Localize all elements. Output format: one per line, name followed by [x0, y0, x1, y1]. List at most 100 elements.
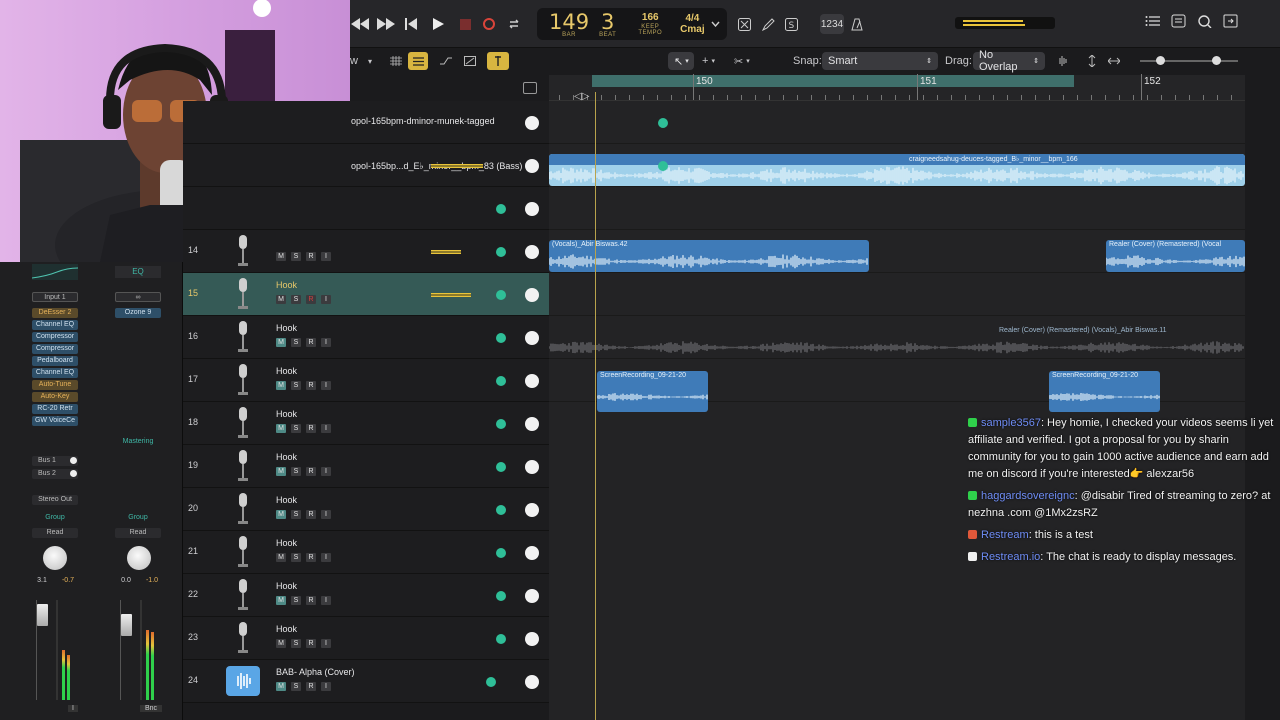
solo-button[interactable]: S — [291, 252, 301, 261]
track-header-config-icon[interactable] — [523, 82, 537, 94]
record-enable-button[interactable]: R — [306, 639, 316, 648]
output-slot[interactable]: Stereo Out — [32, 495, 78, 505]
input-monitor-button[interactable]: I — [321, 424, 331, 433]
cycle-region[interactable] — [592, 75, 1074, 87]
mute-button[interactable]: M — [276, 338, 286, 347]
tuner-icon[interactable] — [736, 14, 752, 34]
mute-button[interactable]: M — [276, 553, 286, 562]
fader-right[interactable] — [116, 600, 166, 700]
track-level-indicator[interactable] — [496, 462, 506, 472]
input-monitor-button[interactable]: I — [321, 467, 331, 476]
scissors-tool-menu[interactable]: ✂ ▾ — [734, 52, 758, 70]
record-enable-button[interactable]: R — [306, 338, 316, 347]
lcd-tempo[interactable]: 166 KEEP TEMPO — [638, 12, 662, 36]
track-header[interactable]: opol-165bpm-dminor-munek-tagged — [183, 101, 668, 144]
track-header[interactable]: 21 Hook M S R I — [183, 531, 549, 574]
track-pan-knob[interactable] — [525, 116, 539, 130]
plugin-slot[interactable]: Auto-Tune — [32, 380, 78, 390]
solo-button[interactable]: S — [291, 338, 301, 347]
track-level-indicator[interactable] — [496, 591, 506, 601]
track-header[interactable]: 20 Hook M S R I — [183, 488, 549, 531]
track-header[interactable]: 16 Hook M S R I — [183, 316, 549, 359]
mute-button[interactable]: M — [276, 682, 286, 691]
cycle-icon[interactable] — [506, 14, 522, 34]
solo-button[interactable]: S — [291, 596, 301, 605]
track-pan-knob[interactable] — [525, 675, 539, 689]
audio-region[interactable]: craigneedsahug-deuces-tagged_B♭_minor__b… — [549, 154, 1245, 186]
record-enable-button[interactable]: R — [306, 467, 316, 476]
solo-button[interactable]: S — [291, 682, 301, 691]
zoom-slider-knob[interactable] — [1156, 56, 1165, 65]
track-volume-slider[interactable] — [431, 164, 483, 168]
pencil-icon[interactable] — [760, 14, 776, 34]
fast-forward-icon[interactable] — [376, 14, 396, 34]
track-level-indicator[interactable] — [496, 333, 506, 343]
track-header[interactable]: 17 Hook M S R I — [183, 359, 549, 402]
fader-cap[interactable] — [37, 604, 48, 626]
solo-button[interactable]: S — [291, 295, 301, 304]
track-level-indicator[interactable] — [496, 505, 506, 515]
stop-icon[interactable] — [457, 14, 473, 34]
link-icon[interactable]: ∞ — [115, 292, 161, 302]
input-monitor-button[interactable]: I — [321, 295, 331, 304]
record-enable-button[interactable]: R — [306, 252, 316, 261]
group-slot-right[interactable]: Group — [115, 514, 161, 521]
track-lane[interactable]: ScreenRecording_09-21-20 ScreenRecording… — [549, 359, 1245, 412]
eq-thumbnail[interactable] — [31, 264, 79, 280]
track-header[interactable]: opol-165bp...d_E♭_minor__bpm_83 (Bass) — [183, 144, 668, 187]
track-lane[interactable] — [549, 101, 1245, 144]
record-enable-button[interactable]: R — [306, 381, 316, 390]
vertical-zoom-icon[interactable] — [1085, 52, 1099, 70]
track-level-indicator[interactable] — [496, 247, 506, 257]
track-header[interactable]: 23 Hook M S R I — [183, 617, 549, 660]
track-level-indicator[interactable] — [496, 376, 506, 386]
playhead[interactable] — [595, 92, 596, 720]
track-name[interactable]: Hook — [276, 366, 297, 376]
input-monitor-button[interactable]: I — [321, 252, 331, 261]
input-monitor-button[interactable]: I — [321, 381, 331, 390]
solo-button[interactable]: S — [291, 467, 301, 476]
track-volume-slider[interactable] — [431, 293, 471, 297]
track-volume-slider[interactable] — [431, 250, 461, 254]
grid-icon[interactable] — [388, 52, 404, 70]
metronome-icon[interactable] — [849, 14, 865, 34]
fader-left[interactable] — [32, 600, 82, 700]
flex-icon[interactable] — [462, 52, 478, 70]
audio-region[interactable]: ScreenRecording_09-21-20 — [1049, 371, 1160, 412]
track-level-indicator[interactable] — [658, 161, 668, 171]
track-name[interactable]: Hook — [276, 581, 297, 591]
lcd-display[interactable]: 149 BAR 3 BEAT 166 KEEP TEMPO 4/4 Cmaj — [537, 8, 727, 40]
pan-knob-right[interactable] — [127, 546, 151, 570]
track-header[interactable]: 18 Hook M S R I — [183, 402, 549, 445]
plugin-slot[interactable]: Auto-Key — [32, 392, 78, 402]
record-enable-button[interactable]: R — [306, 295, 316, 304]
bounce-button[interactable]: Bnc — [140, 705, 162, 712]
horizontal-zoom-icon[interactable] — [1107, 52, 1121, 70]
solo-button[interactable]: S — [291, 381, 301, 390]
track-pan-knob[interactable] — [525, 417, 539, 431]
mute-button[interactable]: M — [276, 252, 286, 261]
plugin-slot[interactable]: GW VoiceCe — [32, 416, 78, 426]
input-monitor-button[interactable]: I — [321, 682, 331, 691]
pan-knob-left[interactable] — [43, 546, 67, 570]
track-pan-knob[interactable] — [525, 460, 539, 474]
solo-button[interactable]: S — [291, 639, 301, 648]
track-pan-knob[interactable] — [525, 288, 539, 302]
track-name[interactable]: Hook — [276, 538, 297, 548]
track-pan-knob[interactable] — [525, 159, 539, 173]
mute-button[interactable]: M — [276, 295, 286, 304]
plugin-slot[interactable]: Pedalboard — [32, 356, 78, 366]
track-pan-knob[interactable] — [525, 245, 539, 259]
input-monitor-button[interactable]: I — [321, 553, 331, 562]
pointer-tool-menu[interactable]: ↖ ▾ — [668, 52, 694, 70]
track-pan-knob[interactable] — [525, 202, 539, 216]
track-pan-knob[interactable] — [525, 546, 539, 560]
send-level-knob[interactable] — [70, 470, 77, 477]
track-header[interactable]: 14 M S R I — [183, 230, 549, 273]
loop-browser-icon[interactable] — [1197, 14, 1215, 32]
count-in-button[interactable]: 1234 — [820, 14, 844, 34]
track-header[interactable] — [183, 187, 549, 230]
track-lane[interactable]: Realer (Cover) (Remastered) (Vocals)_Abi… — [549, 316, 1245, 359]
audio-region[interactable]: Realer (Cover) (Remastered) (Vocal — [1106, 240, 1245, 272]
group-slot-left[interactable]: Group — [32, 514, 78, 521]
